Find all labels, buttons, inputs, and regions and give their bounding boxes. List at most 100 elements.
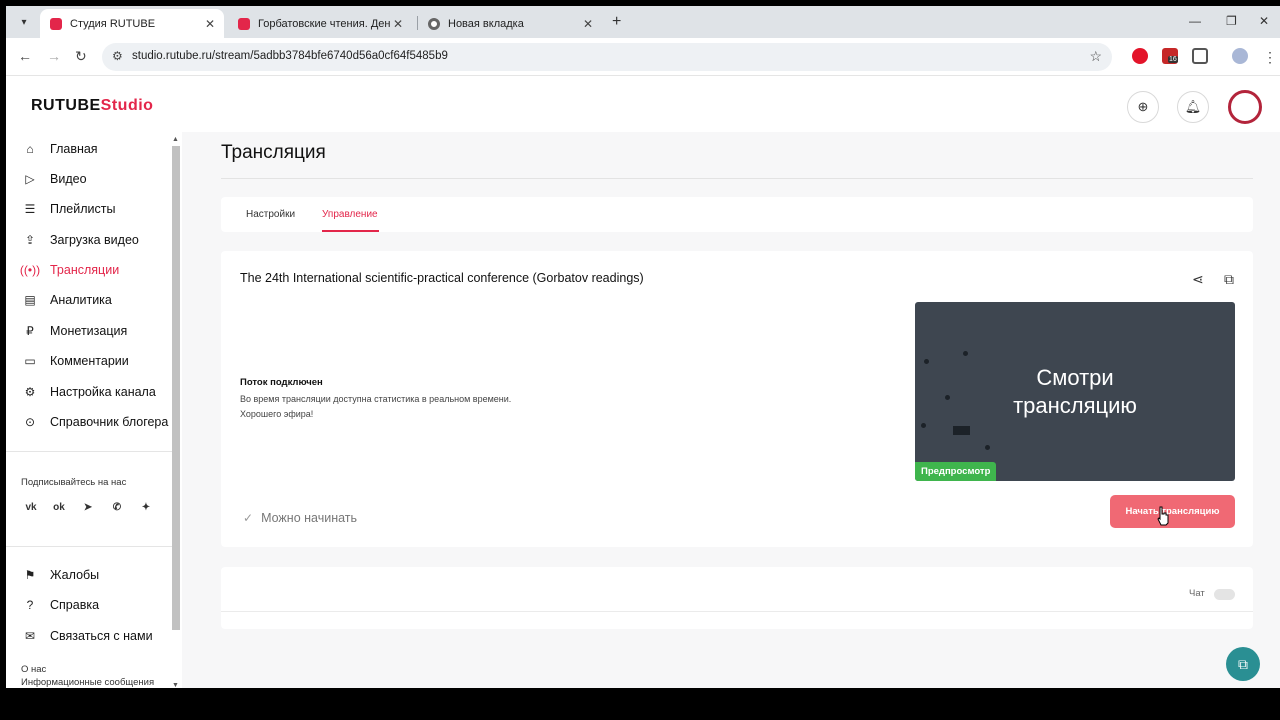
- profile-icon[interactable]: [1232, 48, 1248, 64]
- ok-icon[interactable]: ok: [49, 497, 69, 517]
- ruble-icon: ₽: [26, 324, 34, 338]
- tab-title: Студия RUTUBE: [70, 17, 156, 30]
- subscribe-label: Подписывайтесь на нас: [21, 477, 127, 488]
- sidebar-item-label: Жалобы: [50, 568, 100, 582]
- tab-title: Горбатовские чтения. День 1-: [258, 17, 390, 30]
- notifications-bell-icon[interactable]: 🔔︎: [1177, 91, 1209, 123]
- bookmark-star-icon[interactable]: ☆: [1089, 48, 1102, 65]
- sidebar-item-label: Трансляции: [50, 263, 120, 277]
- preview-caption: Смотри трансляцию: [915, 364, 1235, 420]
- sidebar-item-label: Справочник блогера: [50, 415, 169, 429]
- browser-tab-studio[interactable]: Студия RUTUBE ✕: [40, 9, 224, 38]
- rutube-favicon-icon: [238, 17, 250, 30]
- active-tab-underline: [322, 230, 379, 232]
- sidebar-item-label: Связаться с нами: [50, 629, 153, 643]
- chrome-menu-icon[interactable]: ⋮: [1263, 49, 1277, 66]
- sidebar-scrollbar[interactable]: [172, 146, 180, 630]
- browser-tabstrip: ▾ Студия RUTUBE ✕ Горбатовские чтения. Д…: [6, 6, 1280, 38]
- gear-icon: ⚙: [24, 385, 36, 399]
- scroll-up-icon[interactable]: ▲: [172, 136, 179, 143]
- back-icon[interactable]: ←: [18, 48, 32, 64]
- sidebar-item-channel-settings[interactable]: ⚙ Настройка канала: [22, 382, 156, 402]
- help-icon: ?: [26, 598, 34, 612]
- sidebar-item-broadcasts[interactable]: ((•)) Трансляции: [19, 260, 120, 280]
- sidebar-item-label: Загрузка видео: [50, 233, 139, 247]
- video-icon: ▷: [25, 172, 35, 186]
- more-social-icon[interactable]: ✦: [136, 497, 156, 517]
- sidebar-item-contact[interactable]: ✉ Связаться с нами: [22, 626, 153, 646]
- ready-indicator: ✓ Можно начинать: [243, 511, 357, 525]
- address-bar[interactable]: ⚙ studio.rutube.ru/stream/5adbb3784bfe67…: [102, 43, 1112, 71]
- channel-avatar[interactable]: [1228, 90, 1262, 124]
- sidebar-item-upload[interactable]: ⇪ Загрузка видео: [22, 230, 139, 250]
- extension-badge-count: 16: [1168, 56, 1178, 63]
- telegram-icon[interactable]: ➤: [78, 497, 98, 517]
- preview-caption-line: Смотри: [1036, 365, 1114, 390]
- viber-icon[interactable]: ✆: [107, 497, 127, 517]
- chrome-favicon-icon: [428, 17, 440, 30]
- info-messages-link[interactable]: Информационные сообщения: [21, 677, 154, 688]
- sidebar-divider: [6, 546, 172, 547]
- about-link[interactable]: О нас: [21, 664, 46, 675]
- preview-chip: [953, 426, 970, 435]
- vk-icon[interactable]: vk: [21, 497, 41, 517]
- tab-management[interactable]: Управление: [322, 209, 378, 220]
- chat-divider: [221, 611, 1253, 612]
- close-tab-icon[interactable]: ✕: [202, 17, 218, 31]
- support-chat-button[interactable]: ⧉: [1226, 647, 1260, 681]
- site-info-icon[interactable]: ⚙: [112, 49, 123, 63]
- sidebar-item-label: Плейлисты: [50, 202, 116, 216]
- browser-tab-newtab[interactable]: Новая вкладка ✕: [418, 9, 602, 38]
- browser-tab-gorbatov[interactable]: Горбатовские чтения. День 1- ✕: [228, 9, 412, 38]
- logo-main-text: RUTUBE: [31, 97, 101, 114]
- restore-icon[interactable]: ❐: [1226, 14, 1237, 28]
- preview-badge: Предпросмотр: [915, 462, 997, 481]
- hand-cursor-icon: [1157, 506, 1169, 526]
- preview-dot: [985, 445, 990, 450]
- share-icon[interactable]: ⋖: [1192, 271, 1204, 288]
- page-title: Трансляция: [221, 142, 326, 163]
- scroll-down-icon[interactable]: ▼: [172, 682, 179, 688]
- stream-status-text: Хорошего эфира!: [240, 409, 314, 419]
- extension-badge-icon[interactable]: 16: [1162, 48, 1178, 64]
- new-tab-icon[interactable]: +: [612, 13, 621, 31]
- sidebar-item-blogger-guide[interactable]: ⊙ Справочник блогера: [22, 412, 168, 432]
- flag-icon: ⚑: [24, 568, 36, 582]
- add-content-button[interactable]: ⊕: [1127, 91, 1159, 123]
- sidebar-item-monetization[interactable]: ₽ Монетизация: [22, 321, 127, 341]
- start-broadcast-button[interactable]: Начать трансляцию: [1110, 495, 1235, 528]
- stream-preview[interactable]: Смотри трансляцию Предпросмотр: [915, 302, 1235, 481]
- ready-text: Можно начинать: [261, 511, 358, 525]
- sidebar-item-analytics[interactable]: ▤ Аналитика: [22, 290, 112, 310]
- preview-dot: [921, 423, 926, 428]
- close-tab-icon[interactable]: ✕: [580, 17, 596, 31]
- broadcast-icon: ((•)): [19, 263, 41, 277]
- tab-search-icon[interactable]: ▾: [14, 12, 34, 32]
- sidebar-item-playlists[interactable]: ☰ Плейлисты: [22, 199, 116, 219]
- analytics-icon: ▤: [24, 293, 36, 307]
- reload-icon[interactable]: ↻: [75, 48, 87, 65]
- open-external-icon[interactable]: ⧉: [1224, 271, 1234, 288]
- check-icon: ✓: [243, 511, 254, 525]
- sidebar-item-label: Видео: [50, 172, 87, 186]
- minimize-icon[interactable]: —: [1189, 14, 1201, 28]
- browser-toolbar: ← → ↻ ⚙ studio.rutube.ru/stream/5adbb378…: [6, 38, 1280, 76]
- tab-settings[interactable]: Настройки: [246, 209, 295, 220]
- sidebar-item-label: Монетизация: [50, 324, 128, 338]
- sidebar-item-help[interactable]: ? Справка: [22, 595, 99, 615]
- chat-toggle[interactable]: [1214, 589, 1235, 600]
- sidebar-item-comments[interactable]: ▭ Комментарии: [22, 351, 128, 371]
- playlist-icon: ☰: [24, 202, 36, 216]
- close-tab-icon[interactable]: ✕: [390, 17, 406, 31]
- opera-extension-icon[interactable]: [1132, 48, 1148, 64]
- forward-icon[interactable]: →: [47, 48, 61, 64]
- stream-card: The 24th International scientific-practi…: [221, 251, 1253, 547]
- sidebar-item-home[interactable]: ⌂ Главная: [22, 139, 97, 159]
- sidebar-item-complaints[interactable]: ⚑ Жалобы: [22, 565, 100, 585]
- extensions-puzzle-icon[interactable]: [1192, 48, 1208, 64]
- rutube-studio-logo[interactable]: RUTUBEStudio: [31, 97, 153, 115]
- sidebar-item-video[interactable]: ▷ Видео: [22, 169, 87, 189]
- close-window-icon[interactable]: ✕: [1259, 14, 1269, 28]
- screen: ▾ Студия RUTUBE ✕ Горбатовские чтения. Д…: [6, 6, 1280, 688]
- logo-studio-text: Studio: [100, 97, 154, 114]
